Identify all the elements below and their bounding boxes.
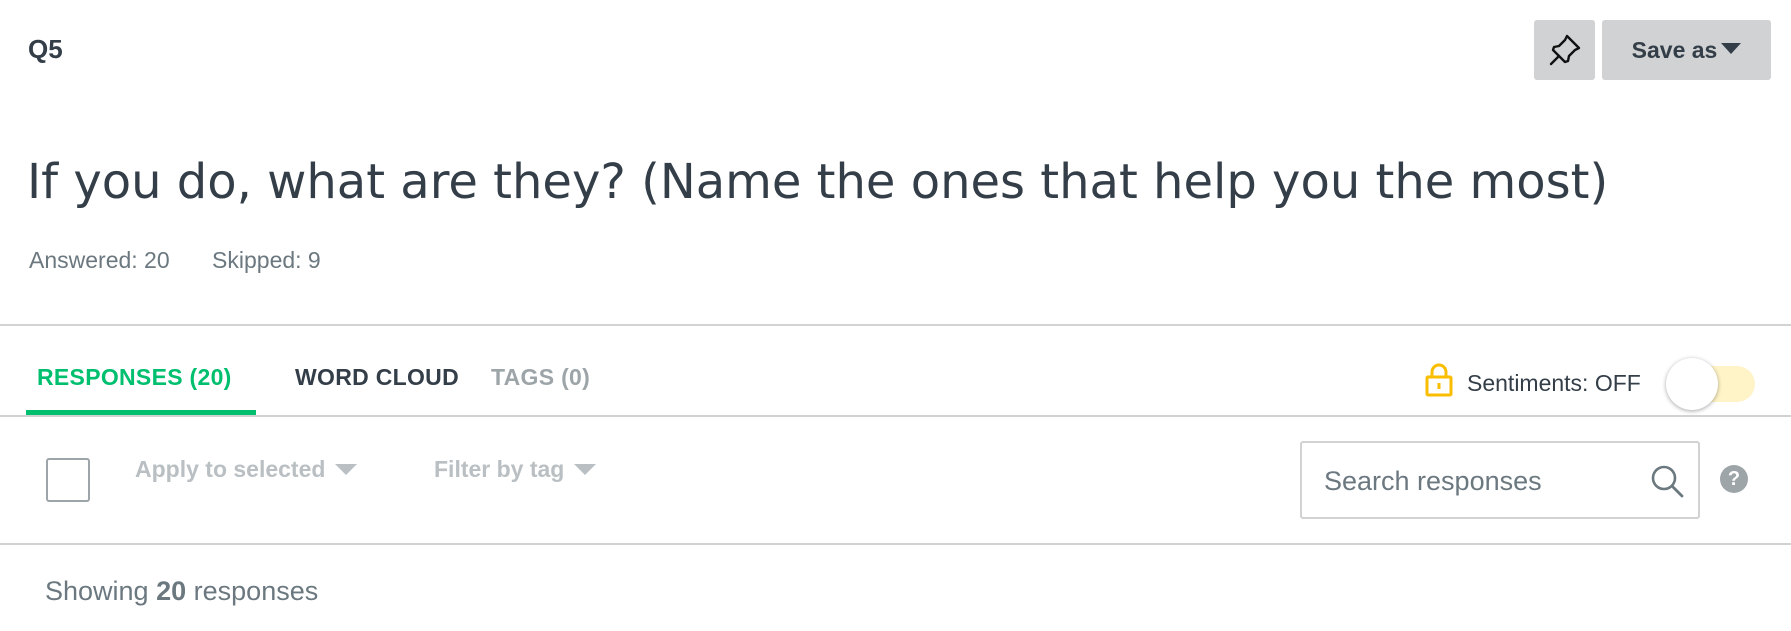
response-stats: Answered: 20 Skipped: 9 [29,247,357,274]
search-icon[interactable] [1649,463,1685,499]
showing-count: Showing 20 responses [45,576,318,607]
search-input[interactable] [1324,463,1624,499]
pin-icon [1549,34,1580,66]
sentiments-label: Sentiments: OFF [1467,370,1641,396]
apply-to-selected-label: Apply to selected [135,456,326,482]
showing-prefix: Showing [45,576,149,606]
filter-by-tag-dropdown[interactable]: Filter by tag [434,456,597,483]
answered-count: Answered: 20 [29,247,170,273]
filter-by-tag-label: Filter by tag [434,456,565,482]
chevron-down-icon [335,464,358,475]
chevron-down-icon [574,464,597,475]
lock-icon [1425,363,1453,397]
skipped-count: Skipped: 9 [212,247,321,273]
sentiments-toggle-knob[interactable] [1666,358,1718,410]
showing-suffix: responses [193,576,319,606]
question-number: Q5 [28,34,63,64]
divider [0,415,1791,417]
response-count: 20 [156,576,187,606]
save-as-button[interactable]: Save as [1602,20,1771,80]
search-box [1300,441,1700,519]
tab-tags[interactable]: TAGS (0) [491,364,590,391]
tab-word-cloud[interactable]: WORD CLOUD [295,364,459,391]
select-all-checkbox[interactable] [46,458,90,502]
tab-responses[interactable]: RESPONSES (20) [37,364,232,391]
chevron-down-icon [1721,42,1742,54]
save-as-label: Save as [1631,36,1718,63]
divider [0,324,1791,326]
divider [0,543,1791,545]
help-icon[interactable]: ? [1720,465,1748,493]
pin-button[interactable] [1534,20,1595,80]
question-title: If you do, what are they? (Name the ones… [27,154,1609,210]
apply-to-selected-dropdown[interactable]: Apply to selected [135,456,358,483]
